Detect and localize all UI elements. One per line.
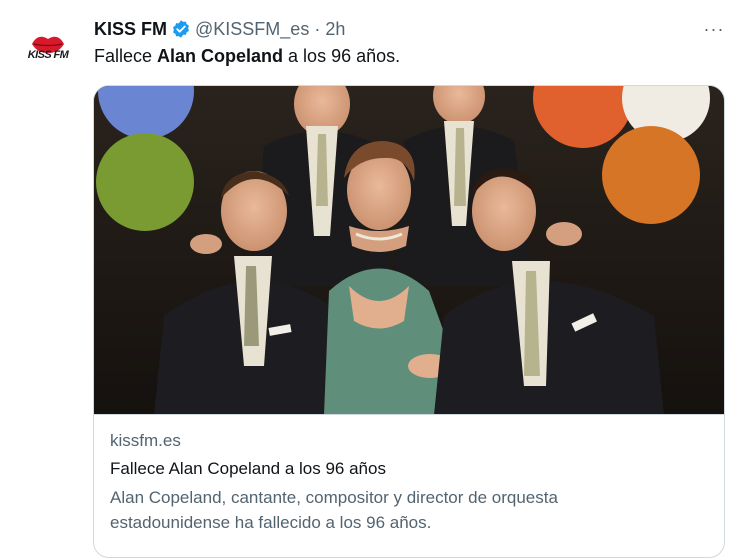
author-handle[interactable]: @KISSFM_es <box>195 19 309 40</box>
author-name[interactable]: KISS FM <box>94 19 167 40</box>
card-photo <box>94 86 724 414</box>
avatar-logo-text: KISS FM <box>27 49 69 61</box>
header-separator: · <box>314 18 321 39</box>
avatar[interactable]: KISS FM <box>20 22 76 78</box>
tweet[interactable]: KISS FM KISS FM @KISSFM_es · 2h ··· Fall… <box>0 0 747 560</box>
link-card[interactable]: kissfm.es Fallece Alan Copeland a los 96… <box>93 85 725 558</box>
card-description: Alan Copeland, cantante, compositor y di… <box>110 488 558 532</box>
more-horizontal-icon[interactable]: ··· <box>700 19 728 39</box>
verified-badge-icon <box>171 19 191 39</box>
card-title: Fallece Alan Copeland a los 96 años <box>110 459 386 478</box>
tweet-text: Fallece Alan Copeland a los 96 años. <box>94 46 400 67</box>
card-domain: kissfm.es <box>110 431 181 450</box>
tweet-text-bold: Alan Copeland <box>157 46 284 66</box>
tweet-header: KISS FM @KISSFM_es · 2h <box>94 17 345 41</box>
card-body[interactable]: kissfm.es Fallece Alan Copeland a los 96… <box>110 429 710 535</box>
tweet-text-start: Fallece <box>94 46 158 66</box>
timestamp[interactable]: 2h <box>325 19 345 40</box>
card-image[interactable] <box>94 86 724 415</box>
tweet-text-end: a los 96 años. <box>283 46 401 66</box>
